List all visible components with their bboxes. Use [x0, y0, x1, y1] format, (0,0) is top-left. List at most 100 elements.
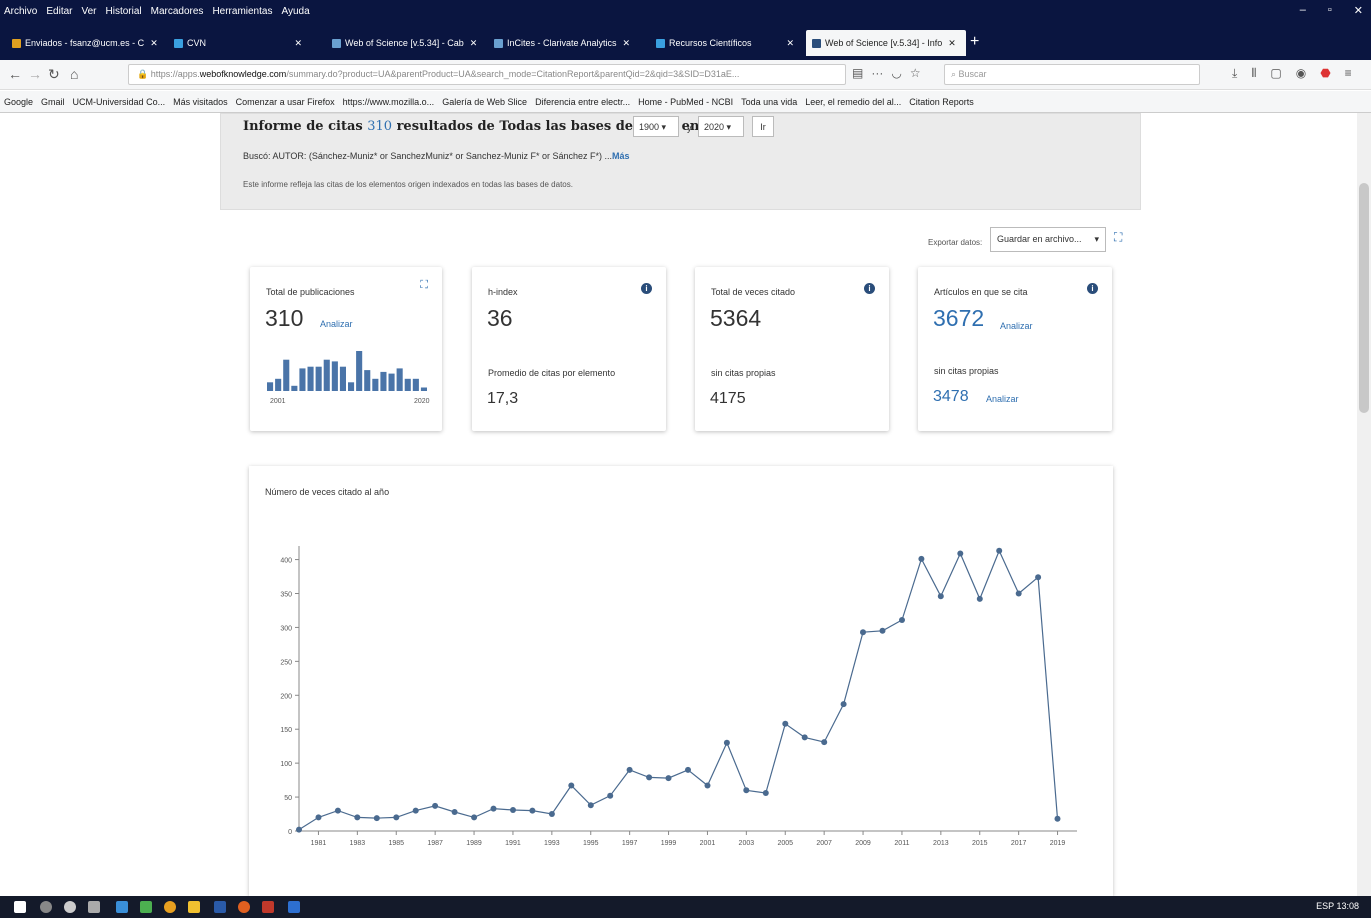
maximize-button[interactable]: ▫: [1328, 4, 1332, 17]
data-point[interactable]: [840, 701, 847, 708]
pocket-icon[interactable]: ◡: [891, 66, 901, 80]
data-point[interactable]: [957, 550, 964, 557]
windows-start-icon[interactable]: [14, 901, 26, 913]
scrollbar[interactable]: [1357, 113, 1371, 896]
data-point[interactable]: [432, 802, 439, 809]
year-to-select[interactable]: 2020 ▾: [698, 116, 744, 137]
acrobat-icon[interactable]: [262, 901, 274, 913]
page-actions-icon[interactable]: ···: [871, 66, 883, 80]
data-point[interactable]: [1035, 574, 1042, 581]
data-point[interactable]: [1015, 590, 1022, 597]
tab-wos-active[interactable]: Web of Science [v.5.34] - Info ✕: [806, 30, 966, 56]
bookmark-item[interactable]: Leer, el remedio del al...: [805, 97, 901, 107]
data-point[interactable]: [646, 774, 653, 781]
adblock-icon[interactable]: ⬣: [1320, 66, 1330, 81]
data-point[interactable]: [354, 814, 361, 821]
citing-without-self-value[interactable]: 3478: [933, 388, 969, 406]
go-button[interactable]: Ir: [752, 116, 774, 137]
data-point[interactable]: [685, 766, 691, 773]
data-point[interactable]: [548, 811, 555, 817]
bookmark-item[interactable]: Más visitados: [173, 97, 228, 107]
tab-incites[interactable]: InCites - Clarivate Analytics ✕: [488, 30, 648, 56]
forward-arrow-icon[interactable]: →: [28, 66, 42, 82]
data-point[interactable]: [801, 734, 808, 741]
data-point[interactable]: [762, 790, 769, 796]
store-icon[interactable]: [140, 901, 152, 913]
data-point[interactable]: [451, 809, 458, 815]
fullscreen-icon[interactable]: ⛶: [420, 279, 428, 292]
firefox-icon[interactable]: [238, 901, 250, 913]
minimize-button[interactable]: –: [1300, 4, 1306, 17]
analyze-link[interactable]: Analizar: [320, 319, 353, 329]
data-point[interactable]: [587, 802, 594, 809]
menu-herramientas[interactable]: Herramientas: [212, 6, 272, 17]
citing-articles-value[interactable]: 3672: [933, 305, 984, 332]
menu-ayuda[interactable]: Ayuda: [281, 6, 309, 17]
expand-icon[interactable]: ⛶: [1114, 230, 1122, 245]
data-point[interactable]: [782, 720, 789, 727]
tab-wos-1[interactable]: Web of Science [v.5.34] - Cab ✕: [326, 30, 486, 56]
more-link[interactable]: Más: [612, 151, 630, 161]
data-point[interactable]: [412, 807, 419, 814]
data-point[interactable]: [704, 782, 711, 789]
chrome-icon[interactable]: [164, 901, 176, 913]
word-icon[interactable]: [214, 901, 226, 913]
data-point[interactable]: [976, 595, 983, 602]
year-from-select[interactable]: 1900 ▾: [633, 116, 679, 137]
bookmark-item[interactable]: Home - PubMed - NCBI: [638, 97, 733, 107]
export-data-select[interactable]: Guardar en archivo... ▾: [990, 227, 1106, 252]
data-point[interactable]: [996, 547, 1003, 554]
data-point[interactable]: [607, 792, 614, 799]
data-point[interactable]: [373, 815, 380, 822]
close-window-button[interactable]: ✕: [1354, 4, 1363, 17]
data-point[interactable]: [471, 814, 478, 821]
close-tab-icon[interactable]: ✕: [948, 38, 956, 49]
bookmark-item[interactable]: UCM-Universidad Co...: [73, 97, 166, 107]
menu-historial[interactable]: Historial: [106, 6, 142, 17]
menu-archivo[interactable]: Archivo: [4, 6, 37, 17]
account-icon[interactable]: ◉: [1296, 66, 1306, 81]
bookmark-item[interactable]: Citation Reports: [909, 97, 974, 107]
data-point[interactable]: [490, 805, 497, 812]
close-tab-icon[interactable]: ✕: [150, 38, 158, 49]
bookmark-item[interactable]: https://www.mozilla.o...: [343, 97, 435, 107]
home-icon[interactable]: ⌂: [70, 66, 78, 82]
mail-app-icon[interactable]: [116, 901, 128, 913]
menu-editar[interactable]: Editar: [46, 6, 72, 17]
results-count-link[interactable]: 310: [367, 119, 392, 134]
tab-email[interactable]: Enviados - fsanz@ucm.es - C ✕: [6, 30, 166, 56]
info-icon[interactable]: i: [864, 283, 875, 294]
search-input[interactable]: ⌕ Buscar: [944, 64, 1200, 85]
sidebar-icon[interactable]: ▢: [1270, 66, 1281, 81]
bookmark-item[interactable]: Toda una vida: [741, 97, 797, 107]
data-point[interactable]: [860, 629, 866, 636]
data-point[interactable]: [665, 775, 672, 782]
bookmark-item[interactable]: Gmail: [41, 97, 65, 107]
reload-icon[interactable]: ↻: [48, 66, 60, 83]
close-tab-icon[interactable]: ✕: [623, 38, 631, 49]
tab-cvn[interactable]: CVN ✕: [168, 30, 308, 56]
analyze-link[interactable]: Analizar: [1000, 321, 1033, 331]
bookmark-star-icon[interactable]: ☆: [910, 66, 921, 80]
data-point[interactable]: [568, 782, 575, 789]
search-icon[interactable]: [40, 901, 52, 913]
data-point[interactable]: [626, 766, 633, 773]
tab-recursos[interactable]: Recursos Científicos ✕: [650, 30, 800, 56]
close-tab-icon[interactable]: ✕: [470, 38, 478, 49]
new-tab-button[interactable]: +: [970, 33, 979, 51]
data-point[interactable]: [529, 807, 536, 814]
back-arrow-icon[interactable]: ←: [8, 66, 22, 82]
download-icon[interactable]: ⤓: [1232, 66, 1237, 81]
bookmark-item[interactable]: Diferencia entre electr...: [535, 97, 630, 107]
data-point[interactable]: [1054, 815, 1061, 822]
data-point[interactable]: [821, 739, 828, 746]
task-view-icon[interactable]: [88, 901, 100, 913]
data-point[interactable]: [296, 826, 302, 833]
bookmark-item[interactable]: Galería de Web Slice: [442, 97, 527, 107]
info-icon[interactable]: i: [1087, 283, 1098, 294]
menu-icon[interactable]: ≡: [1345, 66, 1352, 81]
data-point[interactable]: [743, 787, 750, 794]
menu-ver[interactable]: Ver: [81, 6, 96, 17]
data-point[interactable]: [723, 739, 730, 746]
data-point[interactable]: [315, 814, 322, 821]
